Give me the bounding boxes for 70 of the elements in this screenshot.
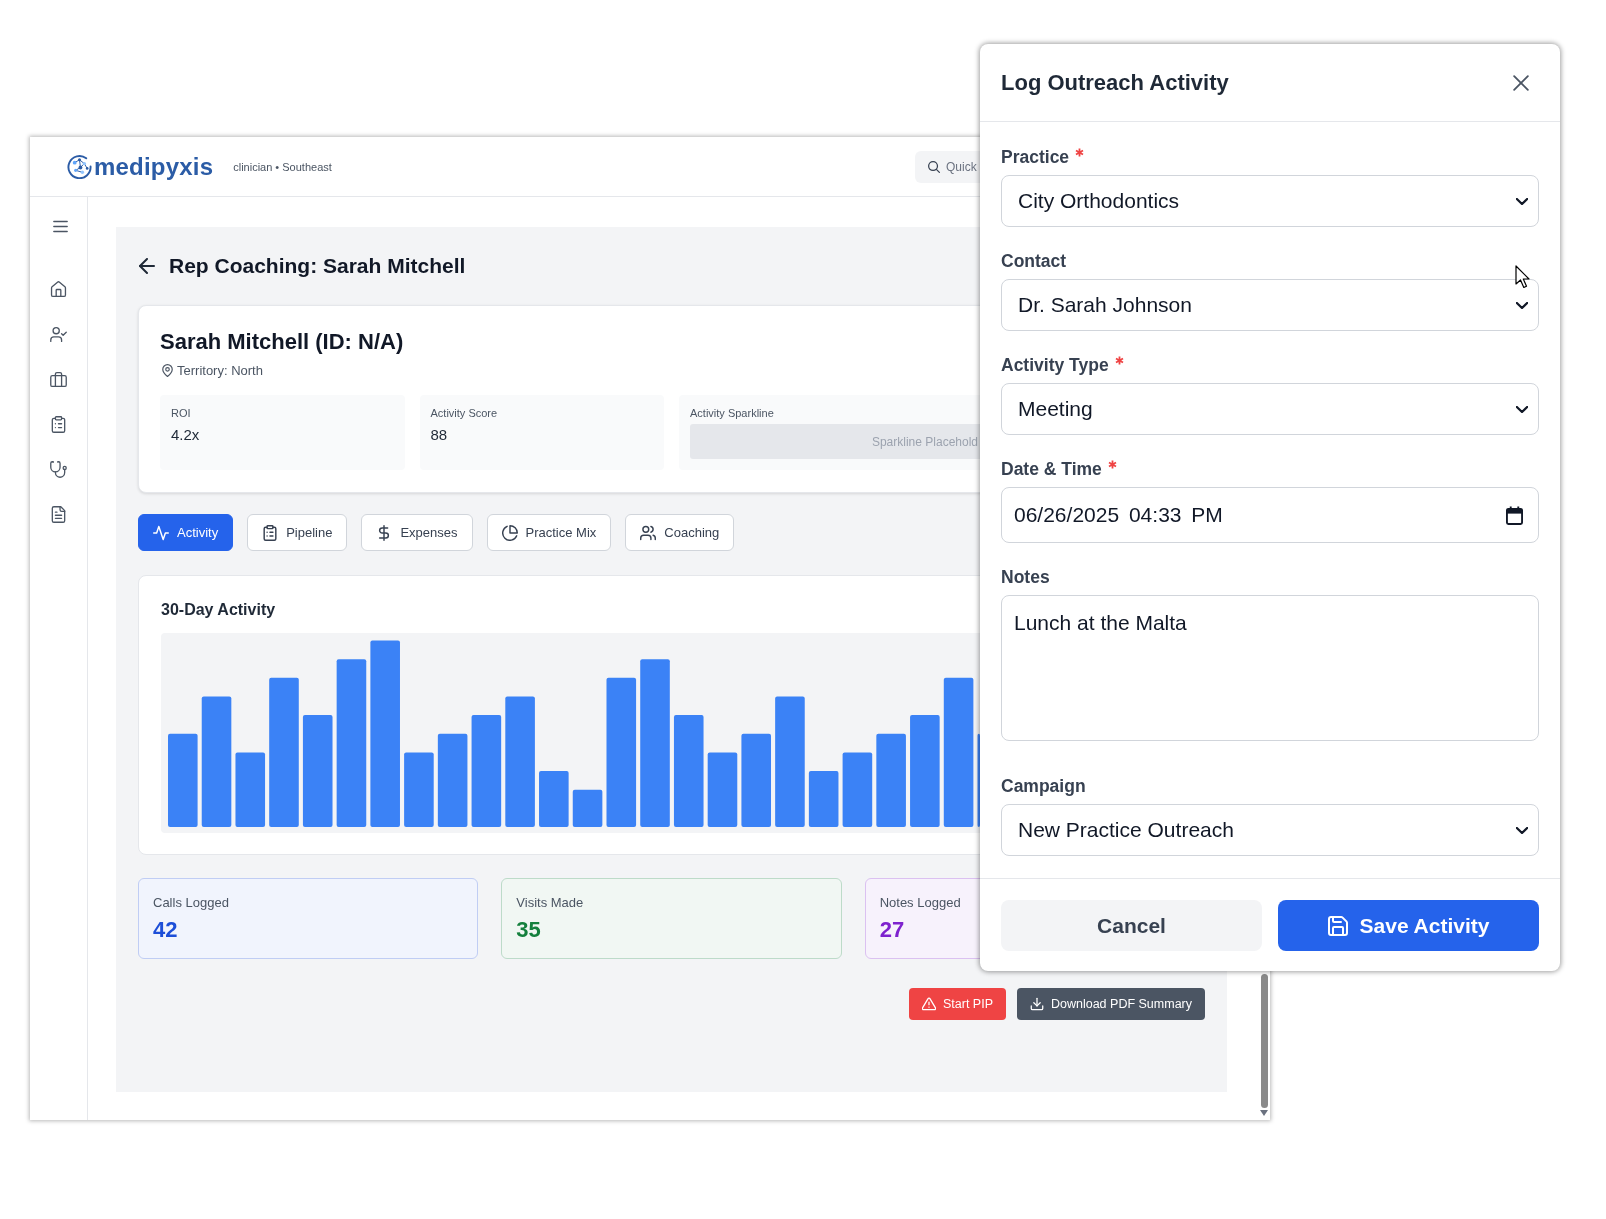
dialog-title: Log Outreach Activity <box>1001 69 1229 96</box>
calendar-icon <box>1506 505 1523 525</box>
stat-value: 35 <box>516 917 541 943</box>
user-context: clinician • Southeast <box>233 160 332 173</box>
metric-label: Activity Score <box>430 406 498 420</box>
metric-label: ROI <box>171 406 191 420</box>
tab[interactable]: Activity <box>138 514 234 551</box>
dropdown-field[interactable]: New Practice Outreach <box>1001 804 1539 856</box>
stat-label: Calls Logged <box>153 895 229 911</box>
tab[interactable]: Practice Mix <box>486 514 612 551</box>
notes-field[interactable]: Lunch at the Malta <box>1001 595 1539 741</box>
user-check-icon[interactable] <box>50 326 67 343</box>
menu-icon[interactable] <box>53 220 68 233</box>
territory-text: Territory: North <box>177 362 263 378</box>
metric-value: 4.2x <box>171 426 200 444</box>
chevron-down-icon <box>1516 301 1528 309</box>
mouse-cursor-icon <box>1515 265 1531 290</box>
save-button[interactable]: Save Activity <box>1278 900 1539 951</box>
warning-icon <box>921 997 936 1011</box>
field-label: Date & Time <box>1001 458 1102 480</box>
metric-label: Activity Sparkline <box>690 406 774 420</box>
download-button[interactable]: Download PDF Summary <box>1017 988 1205 1020</box>
tab[interactable]: Expenses <box>361 514 473 551</box>
logo-icon <box>67 154 92 179</box>
field-label: Practice <box>1001 146 1070 168</box>
page-title: Rep Coaching: Sarah Mitchell <box>169 254 466 278</box>
tab[interactable]: Coaching <box>625 514 735 551</box>
stat-label: Notes Logged <box>879 895 961 911</box>
chart-title: 30-Day Activity <box>161 600 276 620</box>
field-label: Activity Type <box>1001 354 1109 376</box>
rep-name: Sarah Mitchell (ID: N/A) <box>160 329 404 355</box>
sparkline-placeholder-box: Sparkline Placehold <box>690 424 980 459</box>
dropdown-field[interactable]: City Orthodontics <box>1001 175 1539 227</box>
pulse-icon <box>153 524 169 541</box>
stat-value: 42 <box>153 917 178 943</box>
chart-bar <box>539 771 569 827</box>
tab[interactable]: Pipeline <box>247 514 348 551</box>
dropdown-field[interactable]: Dr. Sarah Johnson <box>1001 279 1539 331</box>
datetime-field[interactable]: 06/26/2025 04:33 PM <box>1001 487 1539 543</box>
field-label: Contact <box>1001 250 1067 272</box>
home-icon[interactable] <box>50 281 67 298</box>
scroll-down-arrow-icon[interactable] <box>1260 1110 1268 1116</box>
metric-value: 88 <box>430 426 448 444</box>
field-label: Campaign <box>1001 775 1086 797</box>
download-icon <box>1030 997 1044 1011</box>
field-label: Notes <box>1001 566 1050 588</box>
chevron-down-icon <box>1516 405 1528 413</box>
chart-bar <box>572 789 603 827</box>
document-icon[interactable] <box>50 506 67 523</box>
stethoscope-icon[interactable] <box>50 461 67 478</box>
save-icon <box>1327 915 1348 936</box>
chevron-down-icon <box>1516 826 1528 834</box>
stat-label: Visits Made <box>516 895 584 911</box>
logo-text: medipyxis <box>94 152 214 181</box>
scrollbar-thumb[interactable] <box>1261 974 1268 1108</box>
briefcase-icon[interactable] <box>50 371 67 388</box>
search-field[interactable]: Quick <box>915 150 980 183</box>
search-icon <box>928 160 940 173</box>
stat-value: 27 <box>879 917 905 943</box>
location-pin-icon <box>162 363 173 377</box>
clipboard-icon[interactable] <box>50 416 67 433</box>
cancel-button[interactable]: Cancel <box>1001 900 1262 951</box>
pie-chart-icon <box>501 524 518 541</box>
chart-bar <box>808 771 839 827</box>
chevron-down-icon <box>1516 197 1528 205</box>
users-icon <box>640 524 657 541</box>
close-icon[interactable] <box>1513 74 1529 91</box>
dropdown-field[interactable]: Meeting <box>1001 383 1539 435</box>
clipboard-icon <box>262 524 279 541</box>
start-pip-button[interactable]: Start PIP <box>908 988 1006 1020</box>
